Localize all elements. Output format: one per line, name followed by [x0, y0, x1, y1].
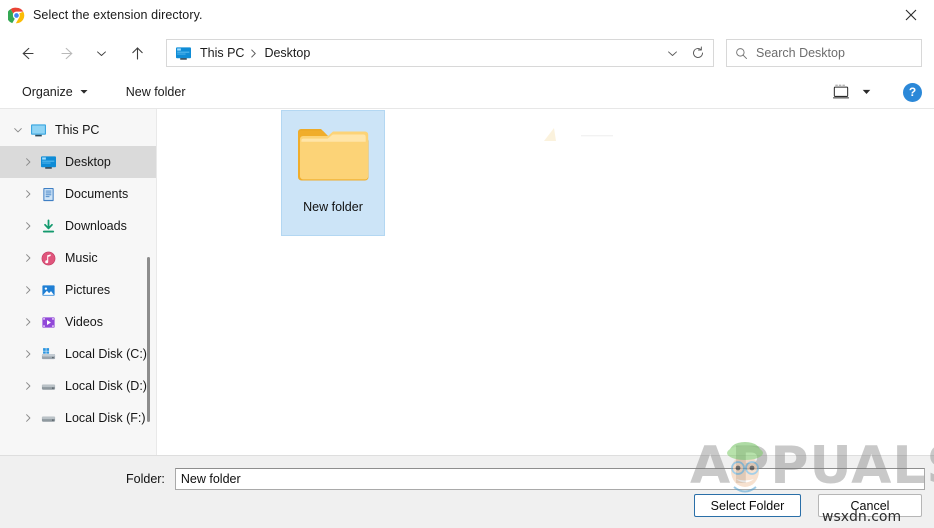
navigation-sidebar[interactable]: This PC Desktop Documents Downloads Musi…	[0, 109, 156, 455]
videos-icon	[40, 314, 57, 331]
sidebar-item-local-disk-d[interactable]: Local Disk (D:)	[0, 370, 156, 402]
breadcrumb-item-desktop[interactable]: Desktop	[262, 46, 312, 60]
folder-field-row: Folder: New folder	[0, 456, 934, 490]
sidebar-item-local-disk-c[interactable]: Local Disk (C:)	[0, 338, 156, 370]
navigation-bar: This PC Desktop Search Desktop	[0, 30, 934, 76]
sidebar-label: Pictures	[65, 283, 111, 297]
back-arrow-icon[interactable]	[12, 38, 42, 68]
sidebar-item-this-pc[interactable]: This PC	[0, 114, 156, 146]
sidebar-label: Local Disk (F:)	[65, 411, 146, 425]
desktop-icon	[40, 154, 57, 171]
folder-name-input[interactable]: New folder	[174, 468, 925, 490]
sidebar-item-local-disk-f[interactable]: Local Disk (F:)	[0, 402, 156, 434]
sidebar-label: Downloads	[65, 219, 127, 233]
file-item-new-folder[interactable]: New folder	[281, 110, 385, 236]
help-button[interactable]: ?	[903, 82, 922, 102]
downloads-icon	[40, 218, 57, 235]
breadcrumb-item-this-pc[interactable]: This PC	[198, 46, 246, 60]
chevron-down-icon	[80, 89, 88, 95]
folder-icon	[295, 122, 371, 184]
sidebar-item-downloads[interactable]: Downloads	[0, 210, 156, 242]
ghost-artifact	[581, 135, 613, 137]
chrome-icon	[6, 7, 25, 24]
dialog-footer: Folder: New folder Select Folder Cancel	[0, 455, 934, 528]
organize-label: Organize	[22, 85, 73, 99]
sidebar-label: Documents	[65, 187, 129, 201]
file-list-view[interactable]: New folder	[156, 109, 934, 455]
ghost-artifact	[544, 128, 556, 141]
sidebar-label: Music	[65, 251, 98, 265]
chevron-right-icon[interactable]	[18, 152, 38, 172]
sidebar-label: Desktop	[65, 155, 111, 169]
chevron-expanded-icon[interactable]	[8, 120, 28, 140]
new-folder-button[interactable]: New folder	[120, 82, 192, 102]
chevron-right-icon[interactable]	[18, 344, 38, 364]
title-bar: Select the extension directory.	[0, 0, 934, 30]
refresh-icon[interactable]	[685, 40, 711, 66]
window-title: Select the extension directory.	[33, 8, 203, 22]
action-button-row: Select Folder Cancel	[694, 494, 922, 517]
chevron-right-icon[interactable]	[18, 312, 38, 332]
view-dropdown-chevron-icon[interactable]	[862, 89, 871, 95]
sidebar-label: Local Disk (C:)	[65, 347, 147, 361]
chevron-right-icon[interactable]	[18, 408, 38, 428]
command-bar: Organize New folder ?	[0, 76, 934, 108]
cancel-button[interactable]: Cancel	[818, 494, 922, 517]
sidebar-label: Videos	[65, 315, 103, 329]
sidebar-item-documents[interactable]: Documents	[0, 178, 156, 210]
chevron-right-icon[interactable]	[18, 280, 38, 300]
monitor-icon	[30, 122, 47, 139]
system-drive-icon	[40, 346, 57, 363]
close-icon[interactable]	[888, 0, 934, 30]
forward-arrow-icon	[52, 38, 82, 68]
chevron-right-icon[interactable]	[18, 248, 38, 268]
pictures-icon	[40, 282, 57, 299]
sidebar-item-videos[interactable]: Videos	[0, 306, 156, 338]
sidebar-label: This PC	[55, 123, 100, 137]
recent-locations-chevron-icon[interactable]	[90, 38, 112, 68]
sidebar-scrollbar-thumb[interactable]	[147, 257, 150, 422]
search-icon	[735, 47, 748, 60]
chevron-right-icon[interactable]	[18, 376, 38, 396]
chevron-right-icon[interactable]	[18, 184, 38, 204]
chevron-right-icon[interactable]	[18, 216, 38, 236]
documents-icon	[40, 186, 57, 203]
select-folder-button[interactable]: Select Folder	[694, 494, 801, 517]
search-placeholder: Search Desktop	[756, 46, 845, 60]
sidebar-item-music[interactable]: Music	[0, 242, 156, 274]
desktop-monitor-icon	[175, 46, 192, 61]
address-bar[interactable]: This PC Desktop	[166, 39, 714, 67]
folder-label: Folder:	[126, 472, 165, 486]
file-picker-dialog: Select the extension directory. This PC …	[0, 0, 934, 528]
new-folder-label: New folder	[125, 85, 186, 99]
address-dropdown-chevron-icon[interactable]	[659, 40, 685, 66]
music-icon	[40, 250, 57, 267]
search-input[interactable]: Search Desktop	[726, 39, 922, 67]
sidebar-label: Local Disk (D:)	[65, 379, 147, 393]
drive-icon	[40, 410, 57, 427]
breadcrumb-separator-icon[interactable]	[246, 48, 262, 59]
view-layout-icon	[832, 84, 850, 100]
sidebar-item-desktop[interactable]: Desktop	[0, 146, 156, 178]
sidebar-item-pictures[interactable]: Pictures	[0, 274, 156, 306]
up-arrow-icon[interactable]	[122, 38, 152, 68]
file-item-label: New folder	[303, 200, 363, 214]
organize-button[interactable]: Organize	[16, 82, 94, 102]
view-layout-button[interactable]	[828, 82, 875, 102]
drive-icon	[40, 378, 57, 395]
dialog-body: This PC Desktop Documents Downloads Musi…	[0, 108, 934, 455]
